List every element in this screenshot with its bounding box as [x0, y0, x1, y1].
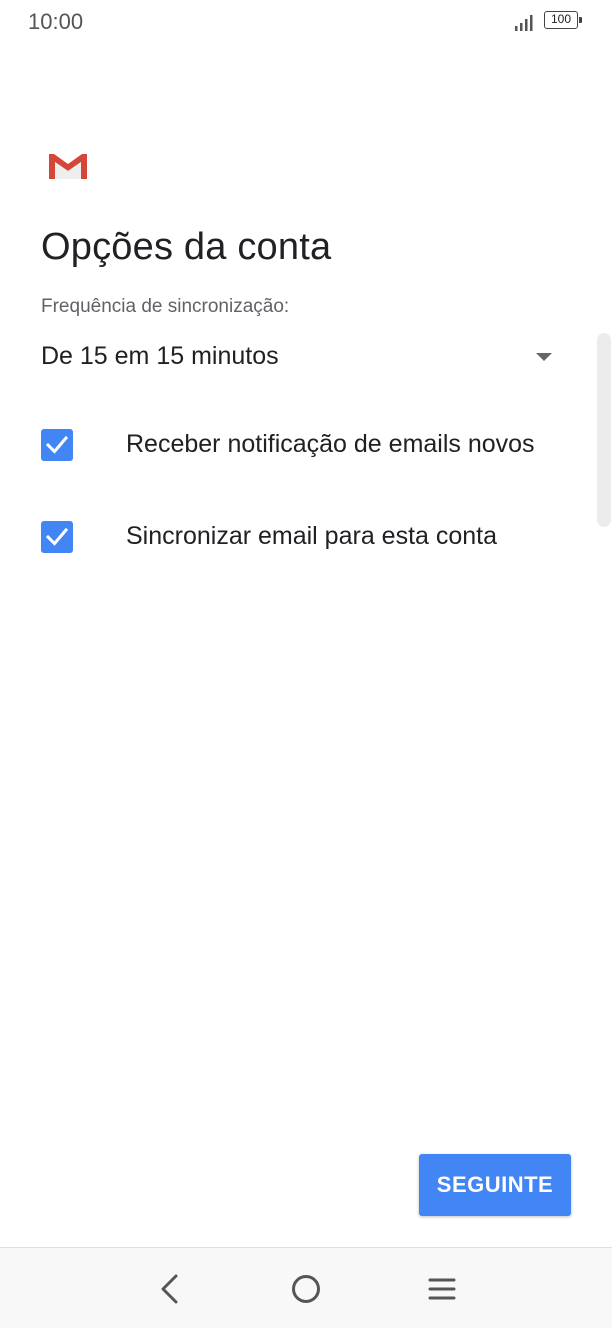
battery-tip	[579, 17, 582, 23]
status-bar: 10:00 100	[0, 0, 612, 44]
back-icon	[161, 1274, 178, 1304]
home-icon	[292, 1275, 320, 1303]
page-title: Opções da conta	[41, 226, 332, 268]
gmail-logo	[49, 154, 87, 179]
nav-menu-button[interactable]	[417, 1264, 467, 1314]
checkmark-icon	[45, 527, 69, 546]
sync-frequency-dropdown[interactable]: De 15 em 15 minutos	[41, 336, 571, 382]
nav-home-button[interactable]	[281, 1264, 331, 1314]
battery-level: 100	[544, 11, 578, 29]
notify-checkbox[interactable]	[41, 429, 73, 461]
nav-back-button[interactable]	[145, 1264, 195, 1314]
checkmark-icon	[45, 435, 69, 454]
dropdown-arrow-icon	[536, 353, 552, 361]
scrollbar[interactable]	[597, 333, 611, 527]
notify-checkbox-label: Receber notificação de emails novos	[126, 430, 535, 458]
status-time: 10:00	[28, 9, 84, 34]
sync-frequency-label: Frequência de sincronização:	[41, 296, 290, 317]
battery-icon: 100	[544, 11, 582, 31]
signal-icon	[515, 15, 533, 31]
sync-checkbox-label: Sincronizar email para esta conta	[126, 522, 498, 550]
next-button[interactable]: SEGUINTE	[419, 1154, 571, 1216]
notify-new-emails-option[interactable]: Receber notificação de emails novos	[41, 419, 581, 469]
navigation-bar	[0, 1247, 612, 1328]
menu-icon	[428, 1278, 456, 1300]
sync-frequency-value: De 15 em 15 minutos	[41, 342, 279, 370]
sync-email-option[interactable]: Sincronizar email para esta conta	[41, 511, 581, 561]
screen: 10:00 100 Opções da conta Frequência de …	[0, 0, 612, 1328]
sync-checkbox[interactable]	[41, 521, 73, 553]
